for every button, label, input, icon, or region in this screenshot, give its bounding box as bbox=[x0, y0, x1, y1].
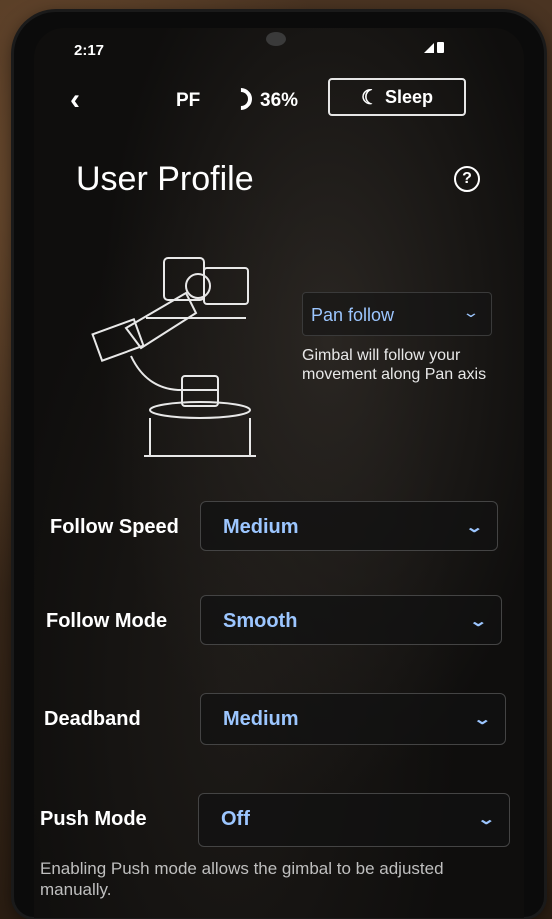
push-mode-value: Off bbox=[221, 808, 250, 830]
gimbal-illustration bbox=[91, 257, 256, 457]
follow-speed-label: Follow Speed bbox=[50, 516, 179, 538]
sleep-label: Sleep bbox=[384, 86, 433, 107]
phone-battery-icon bbox=[437, 42, 444, 53]
status-time: 2:17 bbox=[74, 42, 105, 59]
chevron-down-icon: ⌄ bbox=[469, 613, 489, 630]
push-mode-dropdown[interactable]: Off ⌄ bbox=[198, 793, 510, 847]
follow-speed-value: Medium bbox=[223, 516, 299, 538]
follow-speed-dropdown[interactable]: Medium ⌄ bbox=[200, 501, 498, 551]
chevron-down-icon: ⌄ bbox=[477, 811, 497, 828]
signal-icon bbox=[424, 42, 434, 53]
chevron-down-icon: ⌄ bbox=[473, 711, 493, 728]
axis-mode-value: Pan follow bbox=[311, 305, 395, 325]
battery-ring-icon bbox=[225, 83, 257, 115]
profile-abbr: PF bbox=[176, 90, 201, 111]
help-icon[interactable]: ? bbox=[454, 166, 480, 192]
push-mode-helper-text: Enabling Push mode allows the gimbal to … bbox=[40, 859, 444, 899]
page-title: User Profile bbox=[76, 160, 254, 198]
deadband-value: Medium bbox=[223, 708, 299, 730]
follow-mode-dropdown[interactable]: Smooth ⌄ bbox=[200, 595, 502, 645]
app-screen: 2:17 ‹ PF 36% ☾ Sleep User Profile ? Pan… bbox=[34, 28, 524, 918]
back-chevron-icon[interactable]: ‹ bbox=[70, 80, 80, 120]
chevron-down-icon: ⌄ bbox=[462, 304, 480, 320]
axis-mode-select[interactable]: Pan follow ⌄ bbox=[302, 292, 492, 336]
sleep-button[interactable]: ☾ Sleep bbox=[328, 78, 466, 116]
front-camera bbox=[266, 32, 286, 46]
follow-mode-value: Smooth bbox=[223, 610, 298, 632]
deadband-label: Deadband bbox=[44, 708, 141, 730]
chevron-down-icon: ⌄ bbox=[465, 519, 485, 536]
deadband-dropdown[interactable]: Medium ⌄ bbox=[200, 693, 506, 745]
gimbal-battery-percent: 36% bbox=[260, 90, 299, 111]
status-icons bbox=[424, 42, 444, 53]
push-mode-label: Push Mode bbox=[40, 808, 147, 830]
follow-mode-label: Follow Mode bbox=[46, 610, 168, 632]
moon-icon: ☾ bbox=[361, 86, 379, 109]
axis-mode-description: Gimbal will follow your movement along P… bbox=[302, 347, 487, 383]
